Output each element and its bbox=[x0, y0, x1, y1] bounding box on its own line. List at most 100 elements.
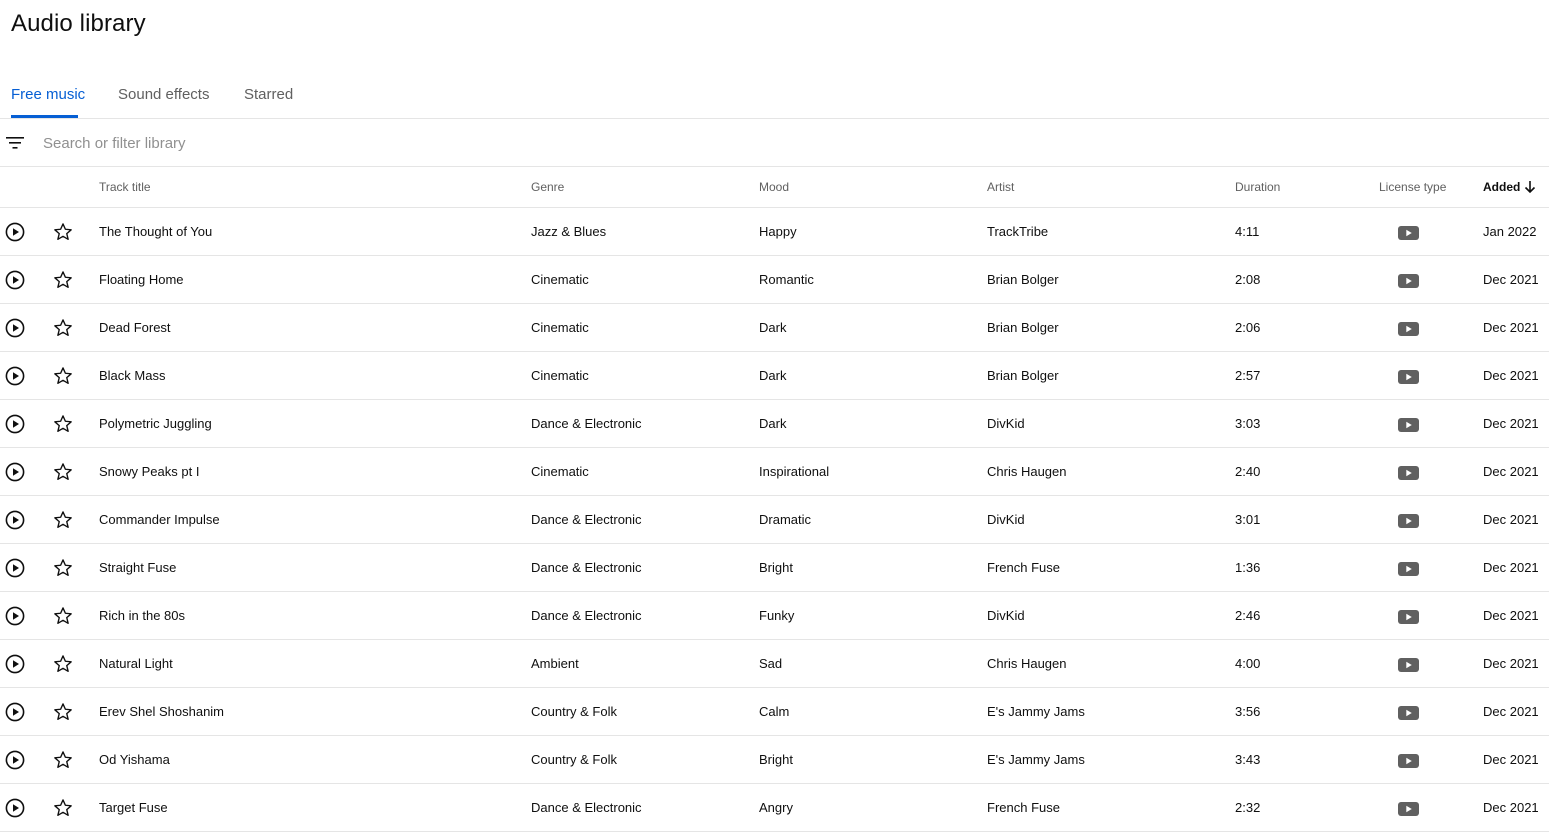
track-title: Snowy Peaks pt I bbox=[99, 464, 200, 479]
track-mood: Dark bbox=[759, 416, 787, 431]
track-artist: French Fuse bbox=[987, 560, 1060, 575]
track-title: Erev Shel Shoshanim bbox=[99, 704, 225, 719]
track-title: Straight Fuse bbox=[99, 560, 177, 575]
star-outline-icon[interactable] bbox=[52, 413, 74, 435]
play-circle-icon[interactable] bbox=[5, 702, 25, 722]
track-added: Dec 2021 bbox=[1483, 608, 1539, 623]
youtube-icon bbox=[1398, 274, 1419, 288]
tab-sound-effects[interactable]: Sound effects bbox=[118, 86, 209, 103]
track-duration: 2:40 bbox=[1235, 464, 1261, 479]
track-mood: Happy bbox=[759, 224, 797, 239]
play-circle-icon[interactable] bbox=[5, 462, 25, 482]
play-circle-icon[interactable] bbox=[5, 366, 25, 386]
track-genre: Ambient bbox=[531, 656, 579, 671]
play-circle-icon[interactable] bbox=[5, 510, 25, 530]
star-outline-icon[interactable] bbox=[52, 557, 74, 579]
track-added: Dec 2021 bbox=[1483, 512, 1539, 527]
youtube-icon bbox=[1398, 706, 1419, 720]
page-title: Audio library bbox=[11, 10, 146, 37]
tab-free-music[interactable]: Free music bbox=[11, 86, 85, 103]
track-duration: 2:32 bbox=[1235, 800, 1261, 815]
arrow-down-icon bbox=[1525, 181, 1536, 194]
youtube-icon bbox=[1398, 610, 1419, 624]
youtube-icon bbox=[1398, 226, 1419, 240]
track-added: Dec 2021 bbox=[1483, 800, 1539, 815]
tab-starred[interactable]: Starred bbox=[244, 86, 293, 103]
track-added: Dec 2021 bbox=[1483, 320, 1539, 335]
play-circle-icon[interactable] bbox=[5, 222, 25, 242]
track-duration: 2:46 bbox=[1235, 608, 1261, 623]
track-mood: Funky bbox=[759, 608, 795, 623]
youtube-icon bbox=[1398, 802, 1419, 816]
filter-bar bbox=[0, 119, 1549, 167]
star-outline-icon[interactable] bbox=[52, 365, 74, 387]
track-title: Commander Impulse bbox=[99, 512, 220, 527]
column-header-license-type: License type bbox=[1379, 180, 1447, 194]
play-circle-icon[interactable] bbox=[5, 750, 25, 770]
track-added: Dec 2021 bbox=[1483, 464, 1539, 479]
play-circle-icon[interactable] bbox=[5, 558, 25, 578]
track-mood: Calm bbox=[759, 704, 790, 719]
track-added: Dec 2021 bbox=[1483, 560, 1539, 575]
table-row: Straight Fuse Dance & Electronic Bright … bbox=[0, 544, 1549, 592]
table-row: Rich in the 80s Dance & Electronic Funky… bbox=[0, 592, 1549, 640]
table-row: Snowy Peaks pt I Cinematic Inspirational… bbox=[0, 448, 1549, 496]
track-artist: Chris Haugen bbox=[987, 656, 1067, 671]
track-artist: Chris Haugen bbox=[987, 464, 1067, 479]
table-row: Polymetric Juggling Dance & Electronic D… bbox=[0, 400, 1549, 448]
filter-icon[interactable] bbox=[6, 135, 24, 151]
youtube-icon bbox=[1398, 322, 1419, 336]
star-outline-icon[interactable] bbox=[52, 461, 74, 483]
play-circle-icon[interactable] bbox=[5, 270, 25, 290]
track-genre: Dance & Electronic bbox=[531, 800, 642, 815]
track-mood: Angry bbox=[759, 800, 793, 815]
column-header-duration[interactable]: Duration bbox=[1235, 180, 1280, 194]
track-added: Jan 2022 bbox=[1483, 224, 1537, 239]
track-artist: Brian Bolger bbox=[987, 272, 1059, 287]
track-artist: E's Jammy Jams bbox=[987, 752, 1085, 767]
column-header-genre[interactable]: Genre bbox=[531, 180, 564, 194]
track-artist: E's Jammy Jams bbox=[987, 704, 1085, 719]
star-outline-icon[interactable] bbox=[52, 701, 74, 723]
track-duration: 1:36 bbox=[1235, 560, 1261, 575]
track-title: Natural Light bbox=[99, 656, 173, 671]
column-header-mood[interactable]: Mood bbox=[759, 180, 789, 194]
track-mood: Romantic bbox=[759, 272, 814, 287]
youtube-icon bbox=[1398, 466, 1419, 480]
column-header-artist[interactable]: Artist bbox=[987, 180, 1014, 194]
track-duration: 2:08 bbox=[1235, 272, 1261, 287]
star-outline-icon[interactable] bbox=[52, 749, 74, 771]
play-circle-icon[interactable] bbox=[5, 606, 25, 626]
track-genre: Dance & Electronic bbox=[531, 608, 642, 623]
track-added: Dec 2021 bbox=[1483, 656, 1539, 671]
star-outline-icon[interactable] bbox=[52, 797, 74, 819]
star-outline-icon[interactable] bbox=[52, 221, 74, 243]
play-circle-icon[interactable] bbox=[5, 654, 25, 674]
track-artist: TrackTribe bbox=[987, 224, 1049, 239]
star-outline-icon[interactable] bbox=[52, 509, 74, 531]
youtube-icon bbox=[1398, 418, 1419, 432]
star-outline-icon[interactable] bbox=[52, 269, 74, 291]
star-outline-icon[interactable] bbox=[52, 653, 74, 675]
track-genre: Dance & Electronic bbox=[531, 416, 642, 431]
column-header-track-title[interactable]: Track title bbox=[99, 180, 151, 194]
table-row: Floating Home Cinematic Romantic Brian B… bbox=[0, 256, 1549, 304]
star-outline-icon[interactable] bbox=[52, 605, 74, 627]
active-tab-indicator bbox=[11, 115, 78, 118]
youtube-icon bbox=[1398, 514, 1419, 528]
track-added: Dec 2021 bbox=[1483, 368, 1539, 383]
track-duration: 4:00 bbox=[1235, 656, 1261, 671]
play-circle-icon[interactable] bbox=[5, 414, 25, 434]
star-outline-icon[interactable] bbox=[52, 317, 74, 339]
track-title: Od Yishama bbox=[99, 752, 170, 767]
track-genre: Dance & Electronic bbox=[531, 560, 642, 575]
track-genre: Cinematic bbox=[531, 464, 589, 479]
column-header-added[interactable]: Added bbox=[1483, 180, 1536, 194]
table-header: Track title Genre Mood Artist Duration L… bbox=[0, 167, 1549, 208]
play-circle-icon[interactable] bbox=[5, 798, 25, 818]
search-input[interactable] bbox=[43, 131, 643, 155]
play-circle-icon[interactable] bbox=[5, 318, 25, 338]
track-mood: Dark bbox=[759, 368, 787, 383]
track-genre: Dance & Electronic bbox=[531, 512, 642, 527]
track-artist: French Fuse bbox=[987, 800, 1060, 815]
